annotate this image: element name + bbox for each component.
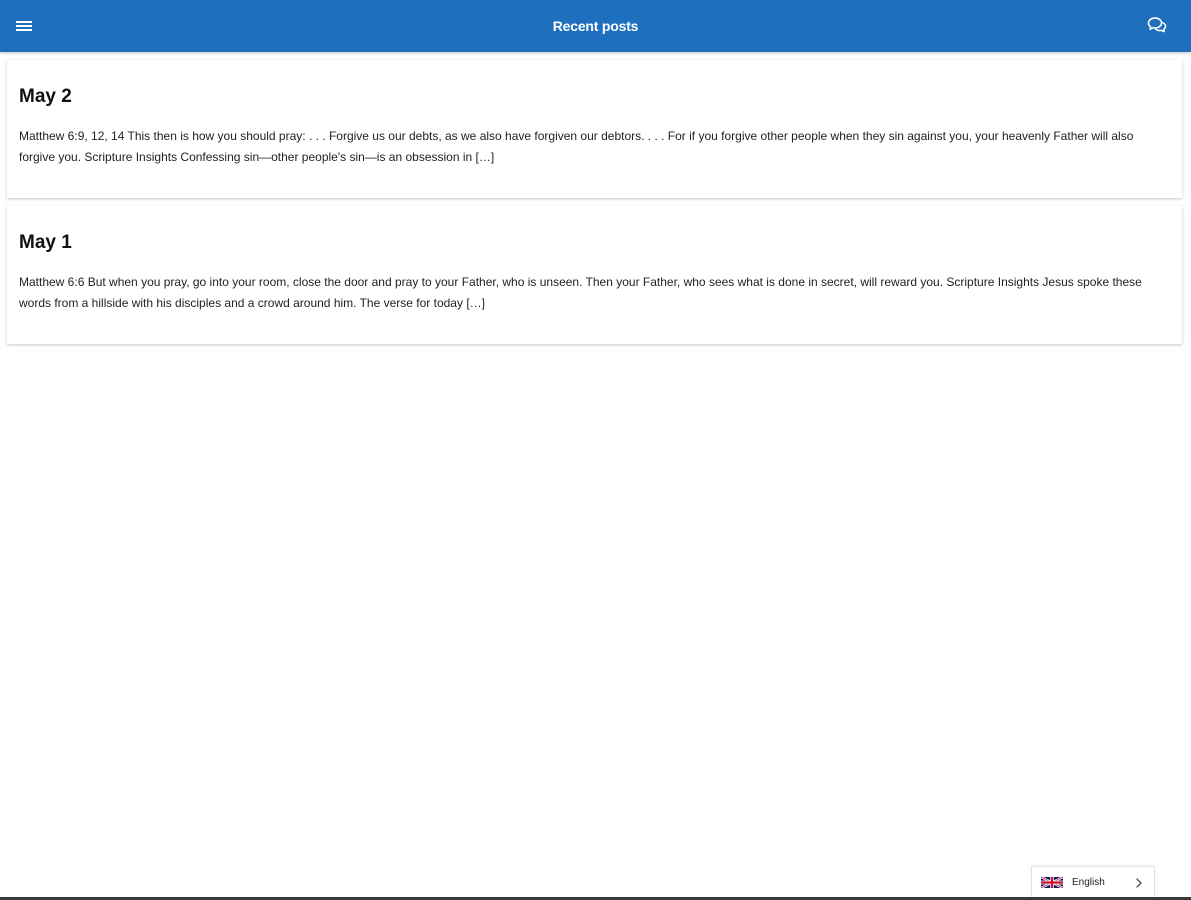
language-selector[interactable]: English — [1031, 866, 1155, 898]
post-title[interactable]: May 2 — [19, 86, 1170, 108]
chevron-right-icon — [1136, 877, 1142, 888]
post-card[interactable]: May 2 Matthew 6:9, 12, 14 This then is h… — [7, 60, 1182, 198]
chat-bubbles-icon — [1147, 17, 1167, 33]
post-excerpt: Matthew 6:6 But when you pray, go into y… — [19, 275, 1142, 310]
uk-flag-icon — [1041, 876, 1063, 889]
page-title: Recent posts — [552, 18, 639, 34]
post-card[interactable]: May 1 Matthew 6:6 But when you pray, go … — [7, 206, 1182, 344]
menu-button[interactable] — [12, 14, 36, 38]
post-excerpt: Matthew 6:9, 12, 14 This then is how you… — [19, 129, 1134, 164]
language-label: English — [1072, 877, 1105, 888]
posts-feed: May 2 Matthew 6:9, 12, 14 This then is h… — [7, 60, 1182, 352]
chat-button[interactable] — [1145, 13, 1169, 37]
post-title[interactable]: May 1 — [19, 232, 1170, 254]
app-header: Recent posts — [0, 0, 1191, 52]
hamburger-menu-icon — [16, 21, 32, 31]
